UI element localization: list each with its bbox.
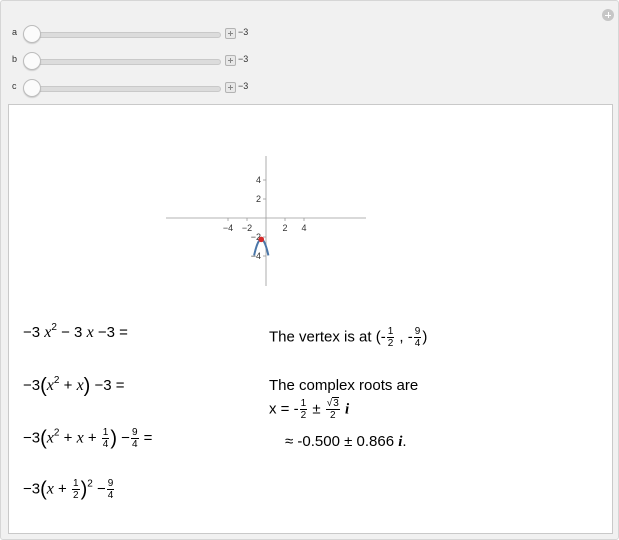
expansion-step-3: −3(x2 + x + 1 4) −9 4 = bbox=[23, 427, 153, 450]
slider-row-a: a −3 bbox=[1, 24, 301, 44]
slider-label-b: b bbox=[12, 54, 18, 64]
options-plus-icon[interactable] bbox=[602, 9, 614, 21]
slider-value-c: −3 bbox=[238, 81, 249, 91]
x-tick-label: −4 bbox=[223, 223, 233, 233]
slider-value-a: −3 bbox=[238, 27, 249, 37]
slider-track-b[interactable] bbox=[31, 59, 221, 65]
slider-label-c: c bbox=[12, 81, 17, 91]
expand-plus-icon[interactable] bbox=[225, 55, 236, 66]
slider-thumb-c[interactable] bbox=[23, 79, 41, 97]
slider-thumb-b[interactable] bbox=[23, 52, 41, 70]
expand-plus-icon[interactable] bbox=[225, 82, 236, 93]
slider-track-c[interactable] bbox=[31, 86, 221, 92]
slider-track-a[interactable] bbox=[31, 32, 221, 38]
x-tick-label: 4 bbox=[301, 223, 306, 233]
vertex-statement: The vertex is at (- 1 2 , -9 4) bbox=[269, 326, 428, 349]
slider-thumb-a[interactable] bbox=[23, 25, 41, 43]
controls-area: a −3 b −3 c −3 bbox=[1, 1, 618, 104]
slider-label-a: a bbox=[12, 27, 18, 37]
output-pane: −4 −2 2 4 4 2 −2 −4 −3 x2 − 3 x −3 = −3(x2 + x)… bbox=[8, 104, 613, 534]
y-tick-label: 4 bbox=[256, 175, 261, 185]
expansion-step-4: −3(x + 1 2)2 −9 4 bbox=[23, 478, 115, 501]
demonstration-panel: a −3 b −3 c −3 −4 −2 2 4 4 2 −2 −4 −3 x2… bbox=[0, 0, 619, 540]
expansion-step-2: −3(x2 + x) −3 = bbox=[23, 375, 125, 397]
roots-exact: x = -12 ± √3 2 i bbox=[269, 397, 350, 421]
expand-plus-icon[interactable] bbox=[225, 28, 236, 39]
y-tick-label: −4 bbox=[251, 251, 261, 261]
y-tick-label: 2 bbox=[256, 194, 261, 204]
expansion-step-1: −3 x2 − 3 x −3 = bbox=[23, 322, 128, 342]
roots-approx: ≈ -0.500 ± 0.866 i. bbox=[285, 433, 407, 450]
parabola-plot: −4 −2 2 442−2−4 bbox=[166, 156, 366, 286]
slider-row-c: c −3 bbox=[1, 78, 301, 98]
slider-row-b: b −3 bbox=[1, 51, 301, 71]
vertex-point bbox=[258, 236, 265, 243]
slider-value-b: −3 bbox=[238, 54, 249, 64]
roots-heading: The complex roots are bbox=[269, 377, 419, 394]
x-tick-label: 2 bbox=[282, 223, 287, 233]
